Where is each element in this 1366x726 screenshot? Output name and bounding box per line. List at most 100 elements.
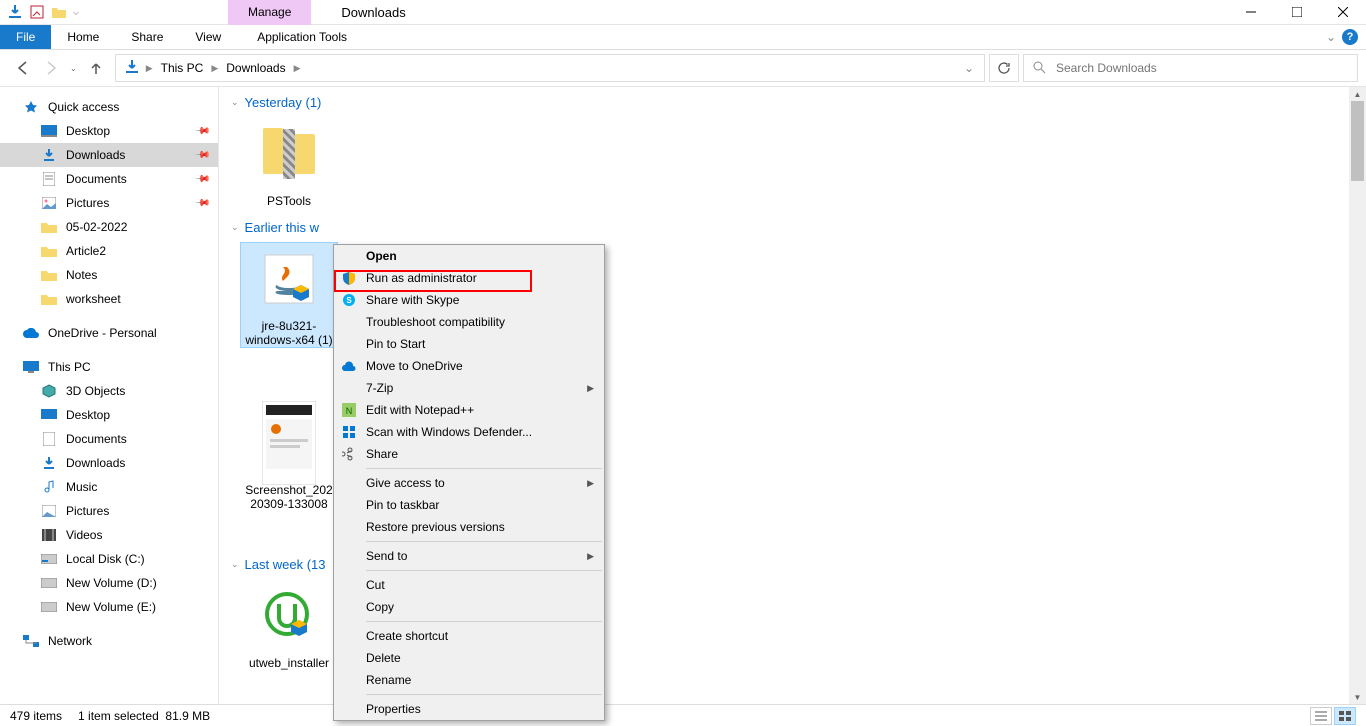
contextual-tab-manage[interactable]: Manage (228, 0, 311, 25)
submenu-arrow-icon: ▶ (587, 478, 594, 489)
address-bar: ⌄ ▶ This PC ▶ Downloads ▶ ⌄ (0, 50, 1366, 87)
tab-share[interactable]: Share (115, 25, 179, 49)
menu-delete[interactable]: Delete (334, 647, 604, 669)
file-item-jre[interactable]: jre-8u321-windows-x64 (1) (241, 243, 337, 347)
new-folder-icon[interactable] (50, 3, 68, 21)
sidebar-item-disk-c[interactable]: Local Disk (C:) (0, 547, 218, 571)
minimize-button[interactable] (1228, 0, 1274, 25)
sidebar-item-disk-e[interactable]: New Volume (E:) (0, 595, 218, 619)
menu-share[interactable]: Share (334, 443, 604, 465)
sidebar-item-folder[interactable]: worksheet (0, 287, 218, 311)
search-box[interactable] (1023, 54, 1358, 82)
menu-move-to-onedrive[interactable]: Move to OneDrive (334, 355, 604, 377)
forward-button[interactable] (42, 59, 60, 77)
sidebar-quick-access[interactable]: Quick access (0, 95, 218, 119)
sidebar-item-pictures[interactable]: Pictures (0, 499, 218, 523)
sidebar-item-folder[interactable]: 05-02-2022 (0, 215, 218, 239)
menu-7zip[interactable]: 7-Zip▶ (334, 377, 604, 399)
menu-give-access-to[interactable]: Give access to▶ (334, 472, 604, 494)
qat-dropdown-icon[interactable] (73, 9, 79, 15)
tab-file[interactable]: File (0, 25, 51, 49)
nav-buttons: ⌄ (8, 59, 111, 77)
recent-locations-dropdown[interactable]: ⌄ (70, 64, 77, 73)
sidebar-item-desktop[interactable]: Desktop 📌 (0, 119, 218, 143)
scroll-up-icon[interactable]: ▲ (1349, 87, 1366, 101)
sidebar-item-label: OneDrive - Personal (48, 326, 157, 340)
menu-rename[interactable]: Rename (334, 669, 604, 691)
sidebar-item-label: Pictures (66, 504, 109, 518)
menu-scan-defender[interactable]: Scan with Windows Defender... (334, 421, 604, 443)
menu-pin-to-start[interactable]: Pin to Start (334, 333, 604, 355)
sidebar-item-music[interactable]: Music (0, 475, 218, 499)
sidebar-item-disk-d[interactable]: New Volume (D:) (0, 571, 218, 595)
menu-run-as-administrator[interactable]: Run as administrator (334, 267, 604, 289)
crumb-downloads[interactable]: Downloads (220, 61, 291, 75)
group-header[interactable]: ⌄ Yesterday (1) (231, 95, 1354, 110)
tab-view[interactable]: View (179, 25, 237, 49)
crumb-this-pc[interactable]: This PC (155, 61, 210, 75)
menu-create-shortcut[interactable]: Create shortcut (334, 625, 604, 647)
chevron-right-icon[interactable]: ▶ (144, 63, 155, 74)
details-view-button[interactable] (1310, 707, 1332, 725)
vertical-scrollbar[interactable]: ▲ ▼ (1349, 87, 1366, 704)
menu-open[interactable]: Open (334, 245, 604, 267)
file-item-pstools[interactable]: PSTools (241, 118, 337, 208)
back-button[interactable] (14, 59, 32, 77)
cube-icon (40, 382, 58, 400)
sidebar-onedrive[interactable]: OneDrive - Personal (0, 321, 218, 345)
file-label: Screenshot_20220309-133008 (242, 483, 336, 511)
ribbon-options[interactable]: ⌄ ? (1318, 25, 1366, 49)
tab-home[interactable]: Home (51, 25, 115, 49)
menu-send-to[interactable]: Send to▶ (334, 545, 604, 567)
group-yesterday: ⌄ Yesterday (1) PSTools (231, 95, 1354, 208)
file-label: jre-8u321-windows-x64 (1) (242, 319, 336, 347)
sidebar-this-pc[interactable]: This PC (0, 355, 218, 379)
search-input[interactable] (1056, 61, 1349, 75)
group-header[interactable]: ⌄ Last week (13 (231, 557, 337, 572)
chevron-right-icon[interactable]: ▶ (209, 63, 220, 74)
scroll-down-icon[interactable]: ▼ (1349, 690, 1366, 704)
up-button[interactable] (87, 59, 105, 77)
window-title: Downloads (341, 5, 405, 20)
sidebar-item-videos[interactable]: Videos (0, 523, 218, 547)
menu-restore-versions[interactable]: Restore previous versions (334, 516, 604, 538)
sidebar-item-downloads[interactable]: Downloads 📌 (0, 143, 218, 167)
maximize-button[interactable] (1274, 0, 1320, 25)
chevron-right-icon[interactable]: ▶ (292, 63, 303, 74)
close-button[interactable] (1320, 0, 1366, 25)
menu-edit-notepadpp[interactable]: N Edit with Notepad++ (334, 399, 604, 421)
sidebar-item-folder[interactable]: Notes (0, 263, 218, 287)
scrollbar-thumb[interactable] (1351, 101, 1364, 181)
sidebar-item-documents[interactable]: Documents (0, 427, 218, 451)
properties-icon[interactable] (28, 3, 46, 21)
sidebar-item-label: New Volume (D:) (66, 576, 157, 590)
menu-copy[interactable]: Copy (334, 596, 604, 618)
menu-properties[interactable]: Properties (334, 698, 604, 720)
address-dropdown[interactable]: ⌄ (958, 61, 980, 75)
sidebar-item-folder[interactable]: Article2 (0, 239, 218, 263)
menu-cut[interactable]: Cut (334, 574, 604, 596)
menu-share-skype[interactable]: S Share with Skype (334, 289, 604, 311)
refresh-button[interactable] (989, 54, 1019, 82)
breadcrumb[interactable]: ▶ This PC ▶ Downloads ▶ ⌄ (115, 54, 985, 82)
file-item-utweb[interactable]: utweb_installer (241, 580, 337, 670)
file-item-screenshot[interactable]: Screenshot_20220309-133008 (241, 407, 337, 511)
sidebar-item-label: worksheet (66, 292, 121, 306)
menu-troubleshoot[interactable]: Troubleshoot compatibility (334, 311, 604, 333)
sidebar-item-3d-objects[interactable]: 3D Objects (0, 379, 218, 403)
explorer-body: Quick access Desktop 📌 Downloads 📌 Docum… (0, 87, 1366, 704)
sidebar-item-label: Article2 (66, 244, 106, 258)
sidebar-item-desktop[interactable]: Desktop (0, 403, 218, 427)
large-icons-view-button[interactable] (1334, 707, 1356, 725)
sidebar-item-downloads[interactable]: Downloads (0, 451, 218, 475)
menu-pin-to-taskbar[interactable]: Pin to taskbar (334, 494, 604, 516)
sidebar-item-documents[interactable]: Documents 📌 (0, 167, 218, 191)
help-icon[interactable]: ? (1342, 29, 1358, 45)
sidebar-network[interactable]: Network (0, 629, 218, 653)
utorrent-exe-icon (253, 580, 325, 652)
group-header[interactable]: ⌄ Earlier this w (231, 220, 1354, 235)
submenu-arrow-icon: ▶ (587, 551, 594, 562)
ribbon-tabs: File Home Share View Application Tools ⌄… (0, 25, 1366, 50)
sidebar-item-pictures[interactable]: Pictures 📌 (0, 191, 218, 215)
tab-application-tools[interactable]: Application Tools (241, 25, 363, 49)
